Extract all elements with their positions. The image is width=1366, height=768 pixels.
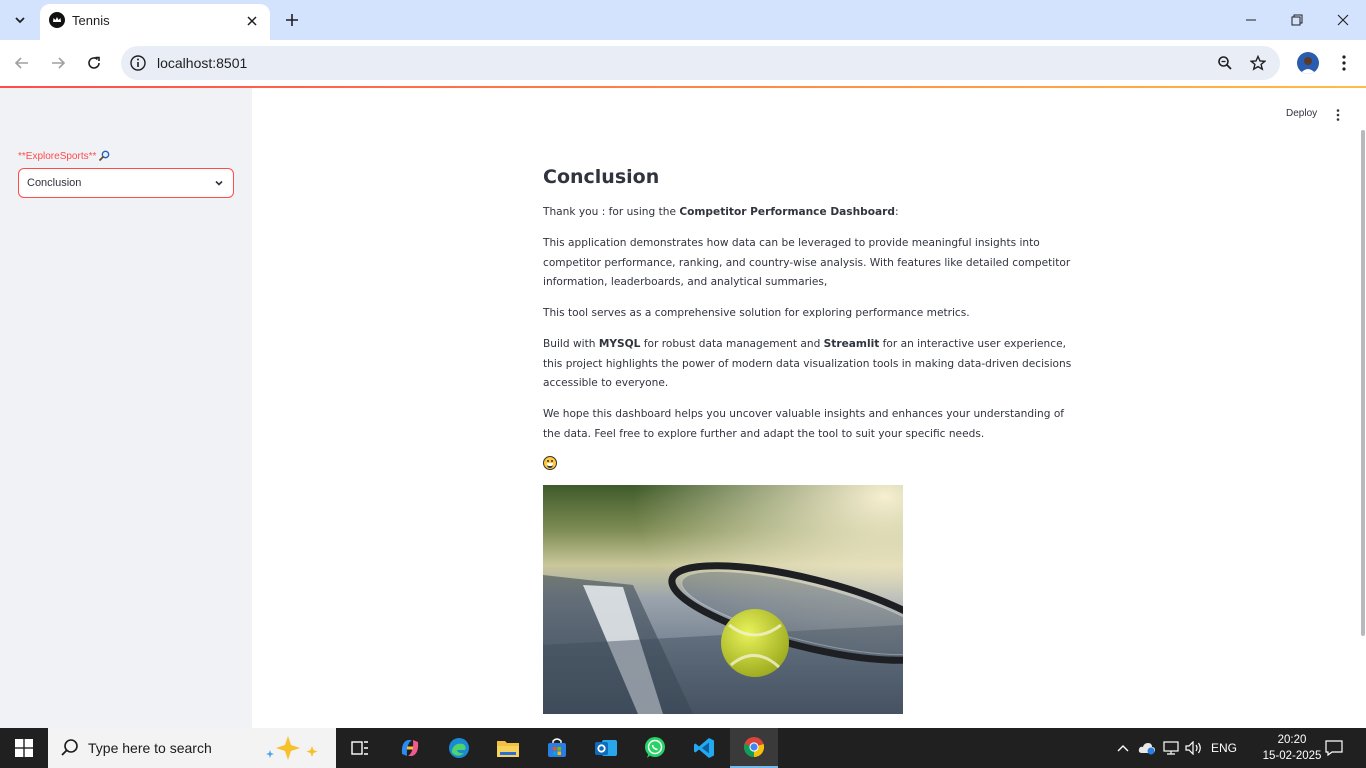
sidebar: **ExploreSports** Conclusion bbox=[0, 88, 252, 728]
start-button[interactable] bbox=[0, 728, 48, 768]
main-scrollbar[interactable] bbox=[1361, 130, 1365, 636]
page-title: Conclusion bbox=[543, 166, 660, 188]
restore-button[interactable] bbox=[1274, 0, 1320, 40]
description-paragraph: This application demonstrates how data c… bbox=[543, 237, 1071, 288]
tab-title: Tennis bbox=[72, 13, 110, 28]
copilot-sparkle-icon bbox=[266, 736, 318, 760]
sidebar-select-label: **ExploreSports** bbox=[18, 150, 110, 162]
speaker-icon bbox=[1185, 741, 1201, 755]
vscode-icon bbox=[694, 738, 714, 758]
taskbar-search[interactable]: Type here to search bbox=[48, 728, 336, 768]
tennis-photo bbox=[543, 485, 903, 714]
arrow-left-icon bbox=[14, 57, 28, 69]
tech-text-a: Build with bbox=[543, 338, 599, 350]
notifications-button[interactable] bbox=[1320, 728, 1348, 768]
network-icon bbox=[1163, 741, 1179, 755]
deploy-button[interactable]: Deploy bbox=[1280, 106, 1323, 121]
zoom-icon[interactable] bbox=[1214, 52, 1236, 74]
task-view-button[interactable] bbox=[336, 728, 384, 768]
dashboard-name: Competitor Performance Dashboard bbox=[679, 206, 895, 218]
tech-text-c: for robust data management and bbox=[640, 338, 824, 350]
windows-logo-icon bbox=[15, 739, 33, 757]
notification-icon bbox=[1325, 740, 1343, 756]
back-button[interactable] bbox=[8, 49, 36, 77]
app-menu-icon[interactable] bbox=[1331, 106, 1345, 124]
store-icon bbox=[548, 738, 566, 757]
volume-tray[interactable] bbox=[1183, 728, 1205, 768]
browser-menu-icon[interactable] bbox=[1334, 51, 1354, 75]
taskbar-copilot[interactable] bbox=[386, 728, 434, 768]
new-tab-button[interactable] bbox=[280, 8, 304, 32]
main-content: Conclusion Thank you : for using the Com… bbox=[543, 166, 1073, 714]
taskbar-vscode[interactable] bbox=[680, 728, 728, 768]
network-tray[interactable] bbox=[1160, 728, 1182, 768]
plus-icon bbox=[286, 14, 298, 26]
crown-icon bbox=[49, 12, 65, 28]
magnifier-icon bbox=[99, 150, 110, 162]
reload-button[interactable] bbox=[80, 49, 108, 77]
windows-taskbar: Type here to search ENG 20:20 15-02-2025 bbox=[0, 728, 1366, 768]
chevron-down-icon bbox=[15, 17, 25, 24]
streamlit-text: Streamlit bbox=[823, 338, 880, 350]
close-icon bbox=[1337, 14, 1349, 26]
taskbar-file-explorer[interactable] bbox=[484, 728, 532, 768]
chrome-icon bbox=[743, 737, 765, 758]
onedrive-tray[interactable] bbox=[1136, 728, 1158, 768]
minimize-icon bbox=[1246, 19, 1256, 21]
browser-tab-strip: Tennis bbox=[0, 0, 1366, 40]
grinning-face-icon bbox=[543, 455, 557, 470]
chevron-down-icon bbox=[215, 180, 223, 186]
minimize-button[interactable] bbox=[1228, 0, 1274, 40]
close-window-button[interactable] bbox=[1320, 0, 1366, 40]
edge-icon bbox=[449, 738, 469, 758]
tab-search-button[interactable] bbox=[6, 6, 34, 34]
arrow-right-icon bbox=[52, 57, 66, 69]
thanks-colon: : bbox=[894, 206, 899, 218]
folder-icon bbox=[497, 741, 519, 757]
taskbar-chrome[interactable] bbox=[730, 728, 778, 768]
whatsapp-icon bbox=[645, 737, 665, 758]
search-placeholder: Type here to search bbox=[88, 740, 212, 756]
forward-button[interactable] bbox=[44, 49, 72, 77]
address-bar[interactable]: localhost:8501 bbox=[121, 46, 1280, 80]
select-value: Conclusion bbox=[27, 177, 82, 189]
tech-stack-paragraph: Build with MYSQL for robust data managem… bbox=[543, 335, 1073, 394]
restore-icon bbox=[1291, 14, 1303, 26]
tool-paragraph: This tool serves as a comprehensive solu… bbox=[543, 307, 970, 319]
reload-icon bbox=[88, 56, 100, 69]
search-icon bbox=[61, 739, 78, 756]
browser-tab[interactable]: Tennis bbox=[40, 4, 270, 40]
language-indicator[interactable]: ENG bbox=[1208, 728, 1240, 768]
taskbar-edge[interactable] bbox=[435, 728, 483, 768]
browser-toolbar: localhost:8501 bbox=[0, 40, 1366, 86]
close-tab-icon[interactable] bbox=[242, 11, 262, 31]
thanks-paragraph: Thank you : for using the Competitor Per… bbox=[543, 203, 1073, 223]
chevron-up-icon bbox=[1117, 745, 1129, 752]
explore-sports-label: **ExploreSports** bbox=[18, 150, 97, 162]
copilot-icon bbox=[401, 740, 419, 756]
streamlit-app: **ExploreSports** Conclusion Deploy Conc… bbox=[0, 86, 1366, 728]
task-view-icon bbox=[351, 741, 368, 755]
bookmark-star-icon[interactable] bbox=[1247, 52, 1269, 74]
mysql-text: MYSQL bbox=[598, 338, 641, 350]
closing-paragraph: We hope this dashboard helps you uncover… bbox=[543, 408, 1065, 440]
taskbar-store[interactable] bbox=[533, 728, 581, 768]
taskbar-whatsapp[interactable] bbox=[631, 728, 679, 768]
url-text[interactable]: localhost:8501 bbox=[157, 55, 247, 71]
outlook-icon bbox=[595, 740, 617, 756]
thanks-text: Thank you : for using the bbox=[543, 206, 680, 218]
show-hidden-icons[interactable] bbox=[1112, 728, 1134, 768]
sport-select[interactable]: Conclusion bbox=[18, 168, 234, 198]
site-info-icon[interactable] bbox=[129, 54, 147, 72]
taskbar-outlook[interactable] bbox=[582, 728, 630, 768]
cloud-icon bbox=[1138, 743, 1155, 755]
profile-avatar[interactable] bbox=[1297, 52, 1319, 74]
